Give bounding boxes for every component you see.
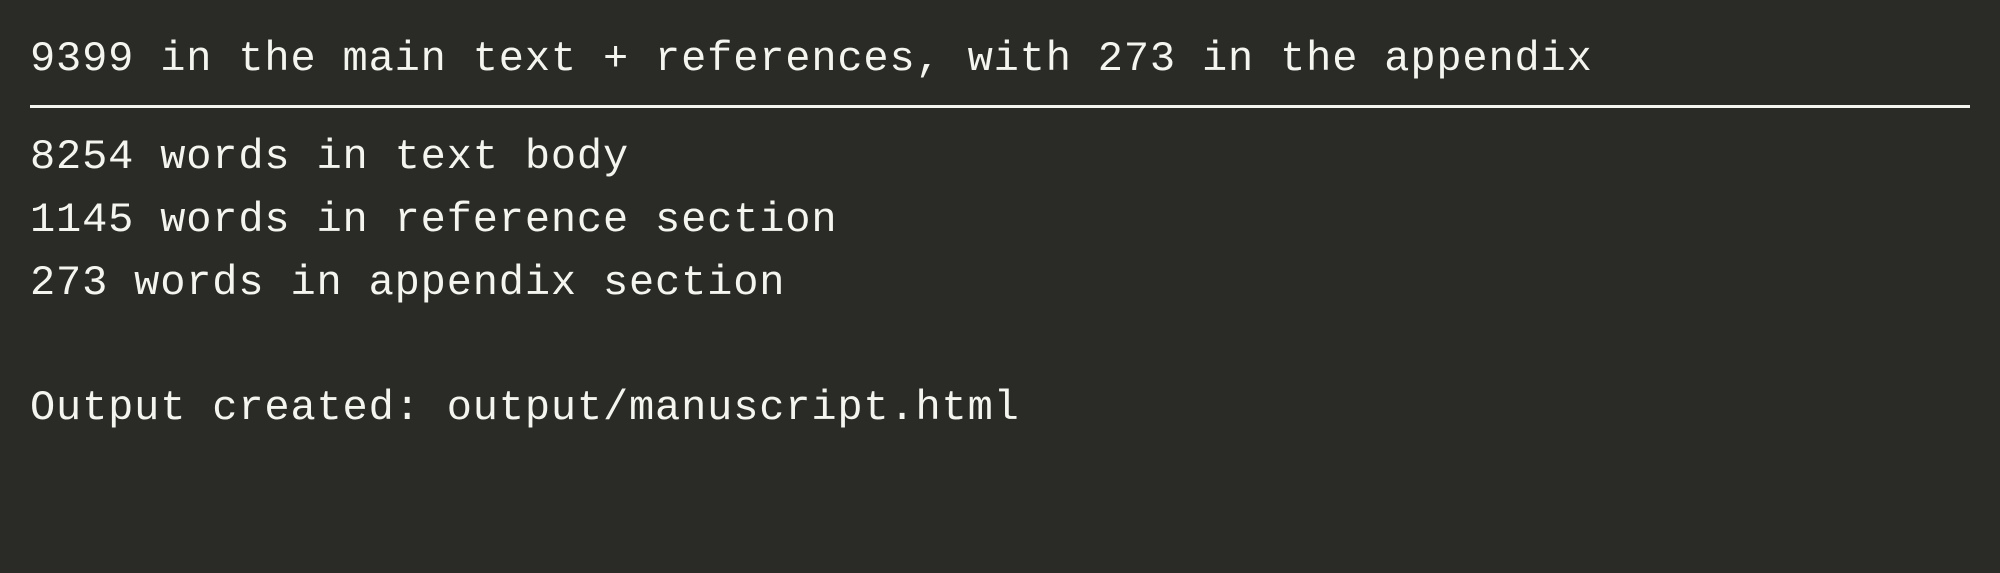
word-count-summary: 9399 in the main text + references, with… [30, 28, 1970, 91]
reference-count: 1145 words in reference section [30, 189, 1970, 252]
blank-line [30, 315, 1970, 377]
section-divider [30, 105, 1970, 108]
output-created-line: Output created: output/manuscript.html [30, 377, 1970, 440]
text-body-count: 8254 words in text body [30, 126, 1970, 189]
appendix-count: 273 words in appendix section [30, 252, 1970, 315]
